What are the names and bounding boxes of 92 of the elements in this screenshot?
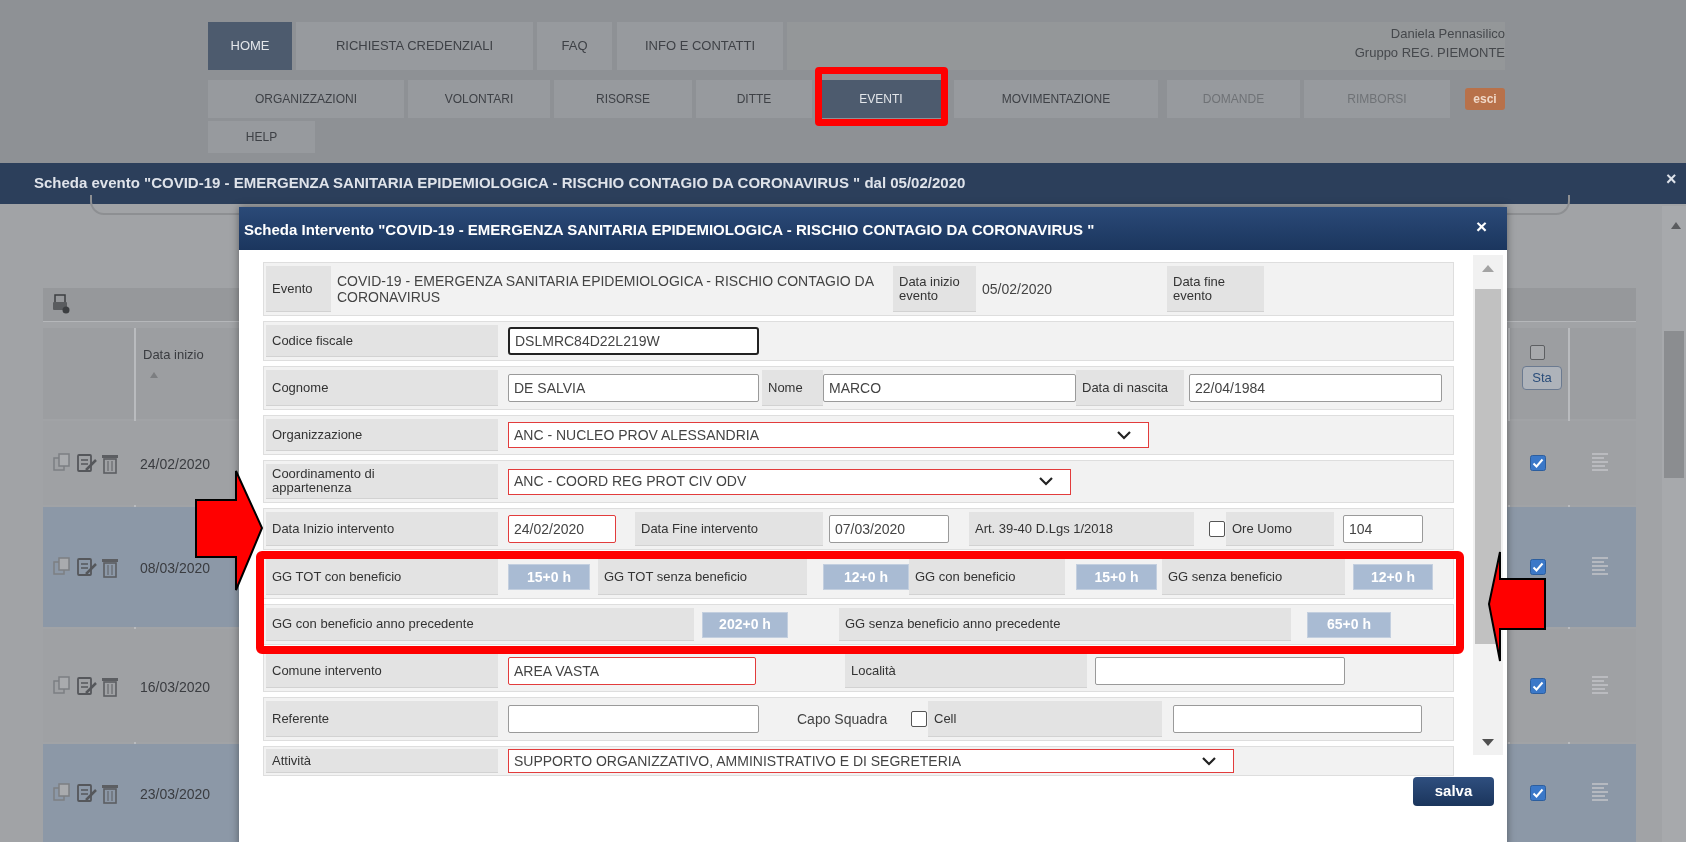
- field-label: Cognome: [266, 370, 498, 406]
- text-input[interactable]: [508, 705, 759, 733]
- field-label: Cell: [928, 701, 1162, 737]
- nav-tab[interactable]: FAQ: [537, 22, 612, 70]
- column-header[interactable]: Data inizio: [143, 345, 204, 365]
- field-label: GG con beneficio anno precedente: [266, 608, 694, 641]
- nav-tab[interactable]: RICHIESTA CREDENZIALI: [296, 22, 533, 70]
- nav-tab[interactable]: DITTE: [696, 80, 812, 118]
- table-cell-text: 16/03/2020: [140, 677, 211, 697]
- nav-tab[interactable]: VOLONTARI: [408, 80, 550, 118]
- nav-tab[interactable]: HOME: [208, 22, 292, 70]
- text-input[interactable]: MARCO: [823, 374, 1076, 402]
- text-input[interactable]: DSLMRC84D22L219W: [508, 327, 759, 355]
- dialog-title: Scheda Intervento "COVID-19 - EMERGENZA SANITARIA EPIDEMIOLOGICA - RISCHIO CONTAGIO DA CORONAVIRUS ": [244, 220, 1095, 240]
- field-text: Capo Squadra: [796, 710, 889, 729]
- field-text: 05/02/2020: [981, 280, 1054, 299]
- field-label: GG con beneficio: [909, 559, 1065, 595]
- scroll-up-icon[interactable]: [1482, 265, 1494, 272]
- nav-tab[interactable]: ORGANIZZAZIONI: [208, 80, 404, 118]
- hours-value: 12+0 h: [1353, 564, 1433, 590]
- dropdown[interactable]: ANC - COORD REG PROT CIV ODV: [508, 468, 1071, 495]
- field-label: Codice fiscale: [266, 325, 498, 357]
- scrollbar[interactable]: [1473, 255, 1503, 755]
- nav-tab[interactable]: MOVIMENTAZIONE: [954, 80, 1158, 118]
- field-label: Nome: [762, 370, 823, 406]
- field-label: Ore Uomo: [1226, 512, 1334, 546]
- field-label: Referente: [266, 701, 498, 737]
- dropdown[interactable]: ANC - NUCLEO PROV ALESSANDRIA: [508, 422, 1149, 448]
- dropdown-value: ANC - NUCLEO PROV ALESSANDRIA: [514, 425, 760, 445]
- field-label: GG TOT con beneficio: [266, 559, 498, 595]
- chevron-down-icon: [1202, 756, 1216, 766]
- close-button[interactable]: ×: [1666, 170, 1677, 188]
- field-label: Organizzazione: [266, 419, 498, 451]
- chevron-down-icon: [1039, 477, 1053, 486]
- nav-tab[interactable]: INFO E CONTATTI: [617, 22, 783, 70]
- logout-button[interactable]: esci: [1465, 88, 1505, 110]
- help-tab[interactable]: HELP: [208, 121, 315, 153]
- user-name: Daniela Pennasilico: [1390, 25, 1505, 43]
- text-input[interactable]: DE SALVIA: [508, 374, 759, 402]
- checkbox[interactable]: [1530, 559, 1546, 575]
- text-input[interactable]: 104: [1343, 515, 1423, 543]
- field-label: Coordinamento di appartenenza: [266, 464, 498, 499]
- nav-tab[interactable]: RISORSE: [554, 80, 692, 118]
- dropdown[interactable]: SUPPORTO ORGANIZZATIVO, AMMINISTRATIVO E DI SEGRETERIA: [508, 749, 1234, 773]
- field-label: Località: [845, 654, 1087, 688]
- text-input[interactable]: 22/04/1984: [1189, 374, 1442, 402]
- save-button[interactable]: salva: [1413, 777, 1494, 806]
- checkbox[interactable]: [1530, 677, 1546, 694]
- checkbox[interactable]: [1530, 455, 1546, 471]
- field-label: GG senza beneficio anno precedente: [839, 608, 1291, 641]
- field-label: Data Inizio intervento: [266, 512, 498, 546]
- hours-value: 65+0 h: [1307, 611, 1391, 638]
- hours-value: 202+0 h: [702, 611, 788, 638]
- checkbox[interactable]: [1208, 521, 1225, 537]
- hours-value: 15+0 h: [508, 564, 590, 590]
- field-label: Data di nascita: [1076, 370, 1184, 406]
- text-input[interactable]: [1095, 657, 1345, 685]
- field-label: GG TOT senza beneficio: [598, 559, 807, 595]
- field-label: Attività: [266, 749, 498, 773]
- column-header-button[interactable]: Sta: [1522, 366, 1562, 390]
- table-cell-text: 23/03/2020: [140, 785, 211, 804]
- field-label: Data fine evento: [1167, 266, 1264, 312]
- field-text: COVID-19 - EMERGENZA SANITARIA EPIDEMIOLOGICA - RISCHIO CONTAGIO DA CORONAVIRUS: [336, 272, 875, 307]
- hours-value: 15+0 h: [1076, 564, 1157, 590]
- scrollbar-thumb[interactable]: [1475, 289, 1501, 644]
- scroll-up-icon[interactable]: [1671, 222, 1681, 229]
- text-input[interactable]: [1173, 705, 1422, 733]
- field-label: Data inizio evento: [893, 266, 976, 312]
- table-cell-text: 08/03/2020: [140, 559, 211, 578]
- checkbox[interactable]: [910, 711, 927, 727]
- field-label: Data Fine intervento: [635, 512, 823, 546]
- scroll-down-icon[interactable]: [1482, 739, 1494, 746]
- field-label: Comune intervento: [266, 654, 498, 688]
- table-cell-text: 24/02/2020: [140, 455, 211, 474]
- checkbox[interactable]: [1530, 785, 1546, 801]
- hours-value: 12+0 h: [823, 564, 909, 590]
- field-label: Art. 39-40 D.Lgs 1/2018: [969, 512, 1194, 546]
- dropdown-value: SUPPORTO ORGANIZZATIVO, AMMINISTRATIVO E DI SEGRETERIA: [514, 751, 962, 771]
- close-button[interactable]: ×: [1476, 217, 1488, 236]
- chevron-down-icon: [1117, 430, 1131, 440]
- text-input[interactable]: 07/03/2020: [829, 515, 949, 543]
- user-group: Gruppo REG. PIEMONTE: [1354, 43, 1505, 62]
- scrollbar-thumb[interactable]: [1664, 331, 1684, 478]
- nav-tab[interactable]: EVENTI: [820, 80, 942, 118]
- dropdown-value: ANC - COORD REG PROT CIV ODV: [514, 472, 747, 491]
- field-label: GG senza beneficio: [1162, 559, 1345, 595]
- printer-icon[interactable]: [52, 294, 70, 314]
- checkbox[interactable]: [1530, 345, 1545, 360]
- text-input[interactable]: 24/02/2020: [508, 515, 616, 543]
- window-title: Scheda evento "COVID-19 - EMERGENZA SANITARIA EPIDEMIOLOGICA - RISCHIO CONTAGIO DA CORONAVIRUS " dal 05/02/2020: [34, 173, 966, 193]
- text-input[interactable]: AREA VASTA: [508, 657, 756, 685]
- field-label: Evento: [266, 266, 331, 312]
